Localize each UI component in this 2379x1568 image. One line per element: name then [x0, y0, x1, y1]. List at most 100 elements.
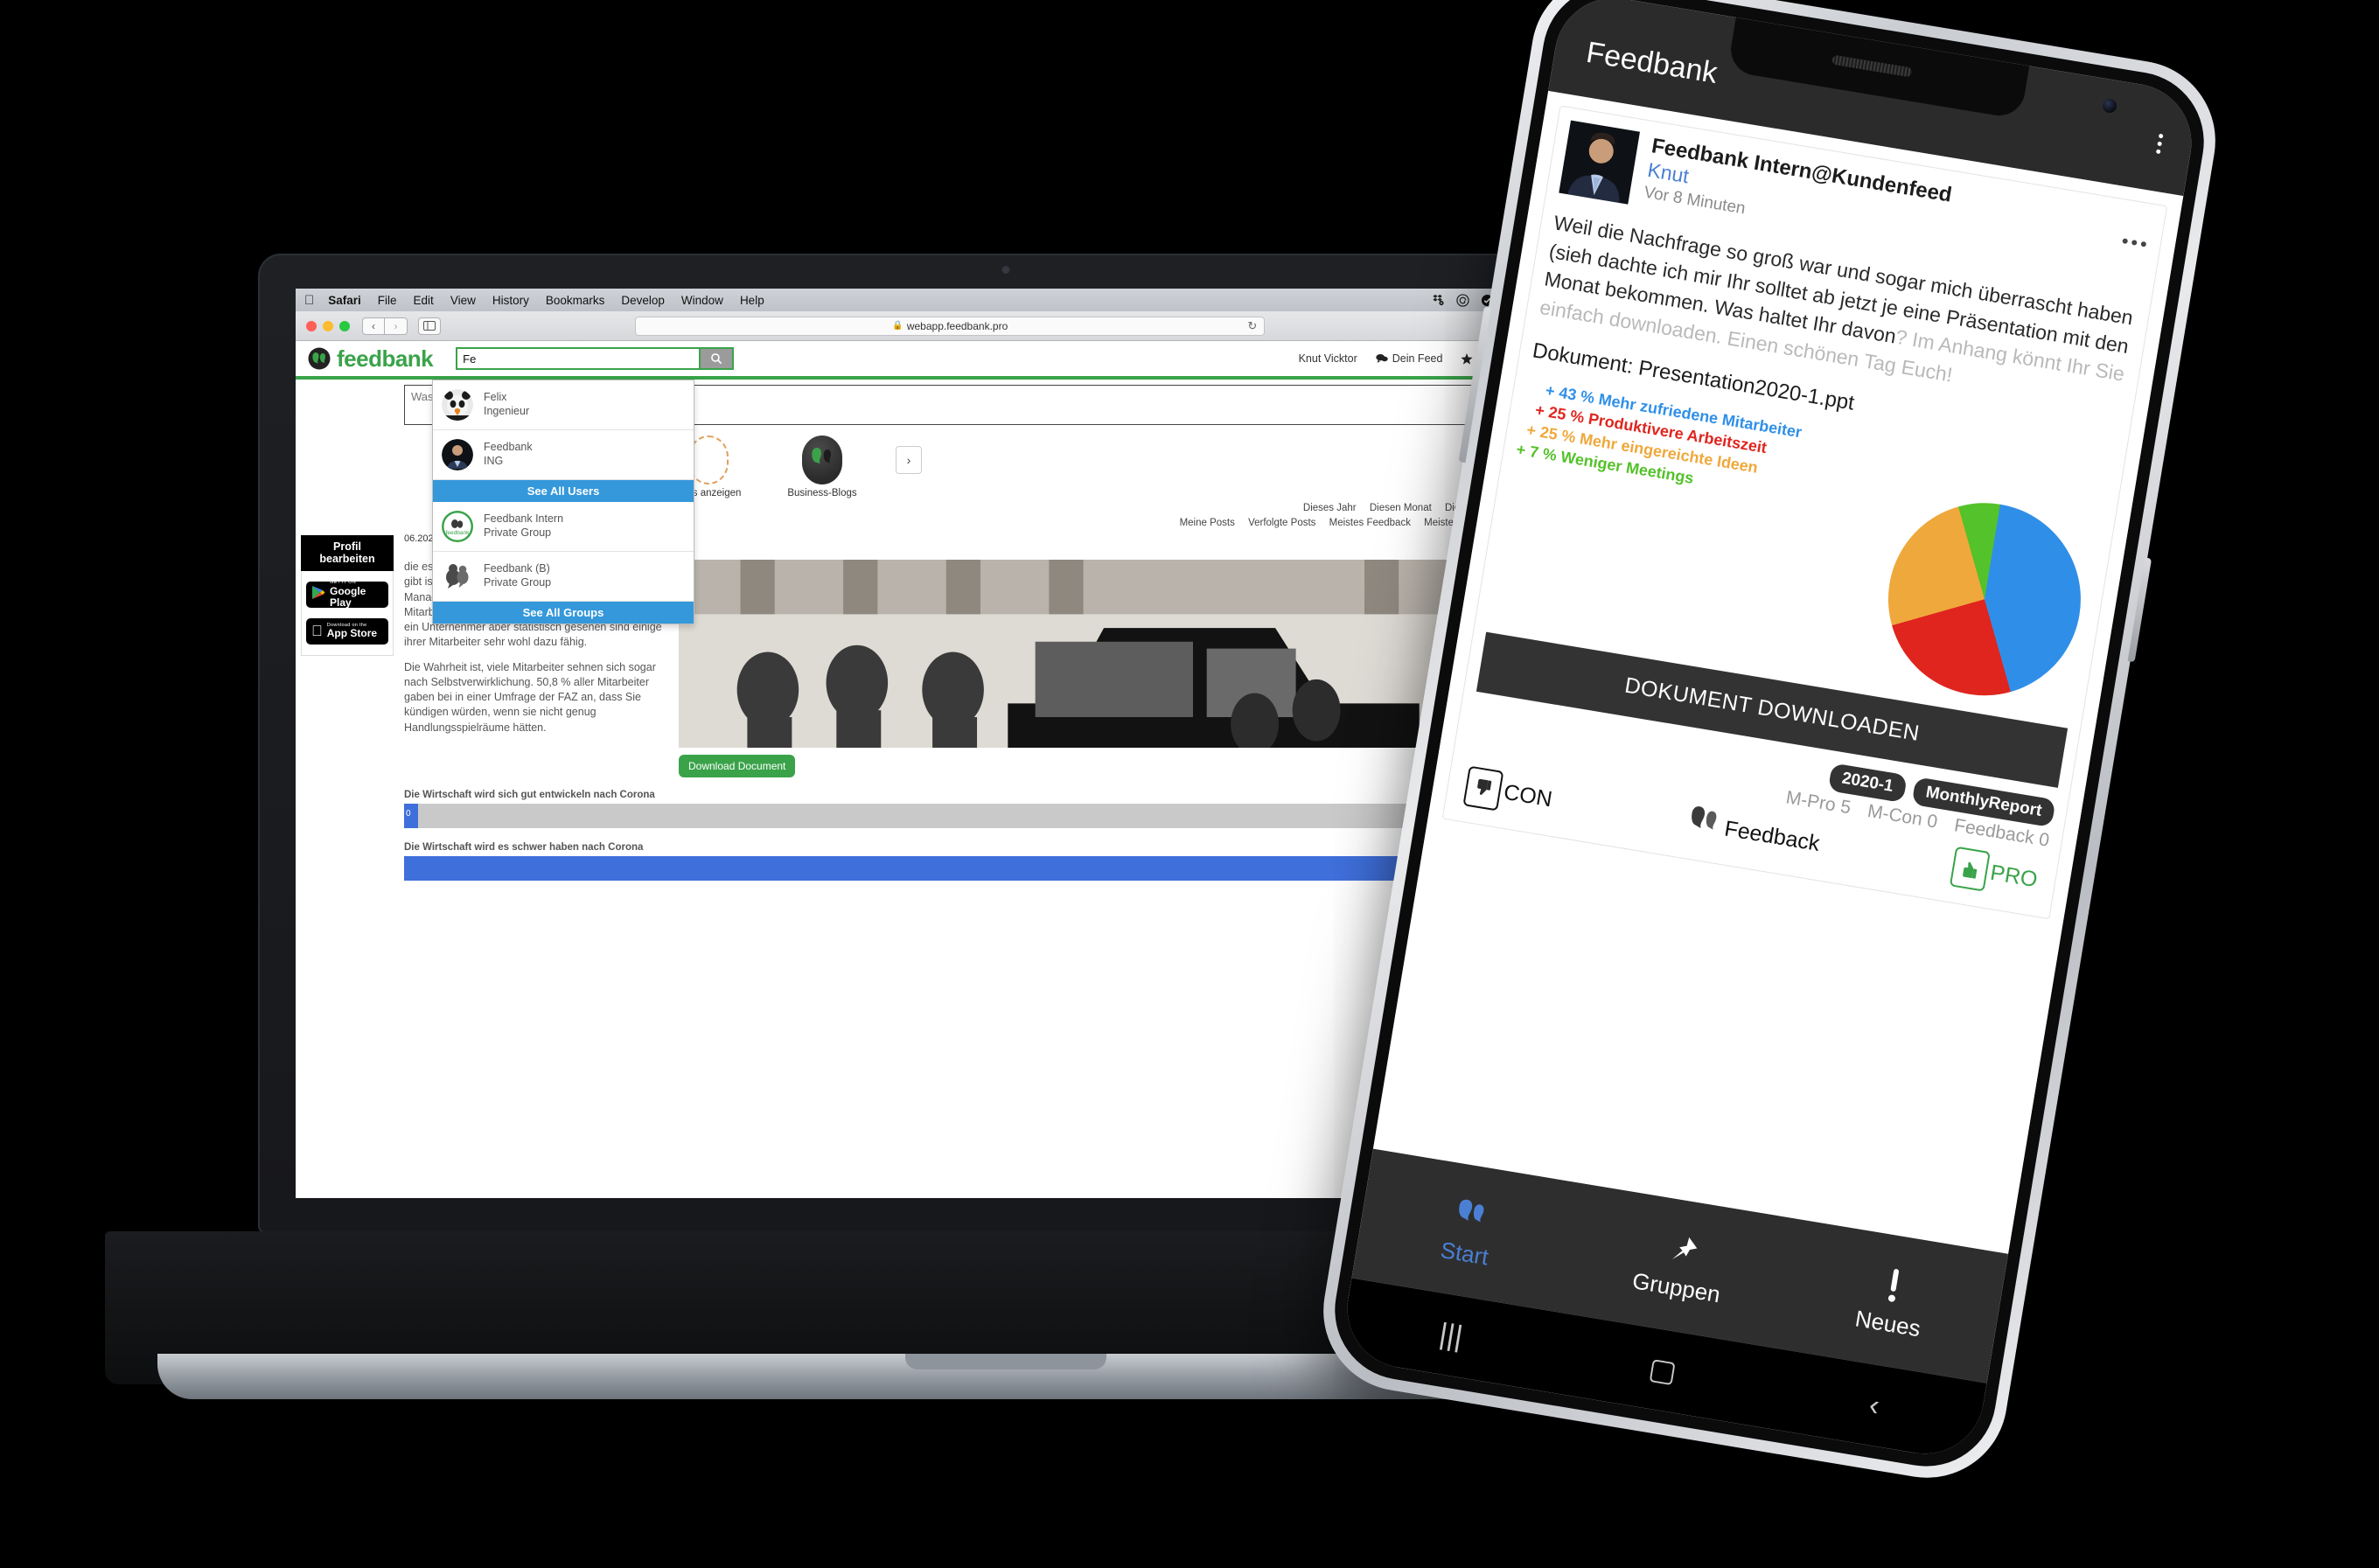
edit-profile-line2: bearbeiten	[319, 553, 375, 566]
download-document-button[interactable]: Download Document	[679, 755, 796, 777]
front-camera-icon	[2101, 97, 2118, 115]
address-bar[interactable]: 🔒 webapp.feedbank.pro ↻	[635, 316, 1266, 336]
reaction-con[interactable]: CON	[1462, 765, 1555, 820]
search-result-sub: Private Group	[484, 576, 552, 589]
chevron-right-icon[interactable]: ›	[896, 446, 922, 474]
sort-meine-posts[interactable]: Meine Posts	[1180, 518, 1235, 528]
app-store-text: Download on the App Store	[316, 623, 377, 640]
app-title: Feedbank	[1583, 35, 1720, 90]
search-result-sub: Private Group	[484, 526, 552, 539]
laptop-camera-icon	[1001, 266, 1010, 274]
filter-diesen-monat[interactable]: Diesen Monat	[1370, 503, 1432, 513]
nav-tab-neues-label: Neues	[1853, 1304, 1923, 1342]
menu-help[interactable]: Help	[740, 294, 764, 307]
sort-verfolgte-posts[interactable]: Verfolgte Posts	[1248, 518, 1315, 528]
home-icon[interactable]: ▢	[1554, 1335, 1772, 1405]
google-play-badge[interactable]: GET IT ON Google Play	[306, 581, 388, 608]
maximize-button[interactable]	[339, 320, 350, 331]
reaction-pro[interactable]: PRO	[1949, 846, 2041, 900]
search-result-name: Feedbank Intern	[484, 512, 564, 526]
see-all-groups-button[interactable]: See All Groups	[433, 602, 694, 624]
apple-icon: 	[311, 624, 323, 638]
recents-icon[interactable]: |||	[1343, 1301, 1559, 1370]
category-business-blogs[interactable]: Business-Blogs	[782, 436, 862, 498]
google-play-bottom: Google Play	[330, 585, 366, 609]
search-result-name: Felix	[484, 391, 507, 404]
nav-user-name[interactable]: Knut Vicktor	[1299, 352, 1357, 365]
apple-icon[interactable]: 	[304, 293, 314, 308]
search-result-group-text: Feedbank Intern Private Group	[484, 512, 563, 540]
menu-edit[interactable]: Edit	[414, 294, 434, 307]
man-avatar	[442, 439, 473, 470]
poll-value: 0	[406, 809, 411, 819]
menu-develop[interactable]: Develop	[621, 294, 665, 307]
minimize-button[interactable]	[323, 320, 333, 331]
search-result-user-text: Felix Ingenieur	[484, 391, 529, 418]
search-result-sub: ING	[484, 455, 504, 467]
phone-screen: Feedbank Feedbank Intern@Kundenfeed Knut	[1338, 0, 2201, 1463]
google-play-text: GET IT ON Google Play	[330, 581, 383, 608]
reaction-feedback-label: Feedback	[1722, 816, 1822, 856]
spiral-icon[interactable]	[1455, 293, 1469, 307]
nav-tab-gruppen-label: Gruppen	[1630, 1266, 1723, 1307]
url-text: webapp.feedbank.pro	[906, 319, 1008, 332]
menu-window[interactable]: Window	[681, 294, 723, 307]
feedback-people-icon	[1682, 801, 1725, 849]
sidebar-toggle-icon[interactable]	[418, 317, 441, 335]
reaction-con-label: CON	[1502, 779, 1554, 812]
magnifier-icon[interactable]	[701, 347, 735, 370]
app-store-badge[interactable]:  Download on the App Store	[306, 617, 388, 645]
search-box[interactable]	[456, 347, 735, 370]
nav-dein-feed[interactable]: Dein Feed	[1376, 352, 1443, 365]
search-input[interactable]	[456, 347, 701, 370]
nav-buttons[interactable]: ‹ ›	[362, 317, 408, 335]
phone-bezel: Feedbank Feedbank Intern@Kundenfeed Knut	[1324, 0, 2215, 1477]
pin-icon	[1671, 1237, 1698, 1259]
dropbox-icon[interactable]	[1432, 294, 1445, 306]
category-label: Business-Blogs	[787, 488, 857, 498]
edit-profile-button[interactable]: Profil bearbeiten	[301, 535, 394, 571]
exclamation-icon	[1888, 1268, 1900, 1302]
menu-bookmarks[interactable]: Bookmarks	[546, 294, 605, 307]
reload-icon[interactable]: ↻	[1247, 319, 1257, 333]
chevron-left-icon[interactable]: ‹	[362, 317, 385, 335]
menu-view[interactable]: View	[450, 294, 476, 307]
poll-bar-fill: 0	[404, 804, 418, 828]
lock-icon: 🔒	[892, 321, 903, 331]
people-group-icon	[442, 561, 473, 592]
brand-name: feedbank	[337, 345, 434, 372]
screenshot-root:  Safari File Edit View History Bookmark…	[0, 0, 2379, 1568]
search-results-dropdown[interactable]: Felix Ingenieur Feedbank ING See All Use…	[432, 380, 694, 624]
store-badges: GET IT ON Google Play  Download on the …	[301, 570, 394, 656]
see-all-users-button[interactable]: See All Users	[433, 480, 694, 502]
more-dots-icon[interactable]: •••	[2120, 230, 2152, 257]
thumb-up-icon	[1949, 846, 1991, 892]
close-button[interactable]	[306, 320, 317, 331]
search-result-user[interactable]: Feedbank ING	[433, 430, 694, 480]
window-controls[interactable]	[306, 320, 350, 331]
search-result-group[interactable]: Feedbank (B) Private Group	[433, 552, 694, 602]
svg-text:feedbank: feedbank	[446, 530, 470, 536]
chevron-right-icon[interactable]: ›	[385, 317, 408, 335]
feedbank-group-logo: feedbank	[442, 511, 473, 542]
kebab-menu-icon[interactable]	[2155, 130, 2164, 157]
back-icon[interactable]: ‹	[1766, 1371, 1983, 1440]
menu-file[interactable]: File	[378, 294, 397, 307]
google-play-icon	[311, 585, 325, 604]
brand-logo-block[interactable]: feedbank	[308, 345, 434, 373]
search-result-name: Feedbank (B)	[484, 562, 550, 575]
people-icon	[1458, 1199, 1484, 1223]
search-result-user-text: Feedbank ING	[484, 441, 533, 468]
phone-device: Feedbank Feedbank Intern@Kundenfeed Knut	[1311, 0, 2228, 1490]
feedbank-logo-icon	[308, 347, 331, 370]
sort-meistes-feedback[interactable]: Meistes Feedback	[1329, 518, 1411, 528]
nav-dein-feed-label: Dein Feed	[1392, 352, 1443, 365]
menu-history[interactable]: History	[492, 294, 529, 307]
filter-dieses-jahr[interactable]: Dieses Jahr	[1303, 503, 1357, 513]
comments-icon	[1376, 354, 1388, 363]
post-paragraph-2: Die Wahrheit ist, viele Mitarbeiter sehn…	[404, 660, 656, 734]
search-result-user[interactable]: Felix Ingenieur	[433, 380, 694, 430]
menu-safari[interactable]: Safari	[328, 294, 361, 307]
search-result-group[interactable]: feedbank Feedbank Intern Private Group	[433, 502, 694, 552]
app-store-bottom: App Store	[316, 627, 377, 640]
